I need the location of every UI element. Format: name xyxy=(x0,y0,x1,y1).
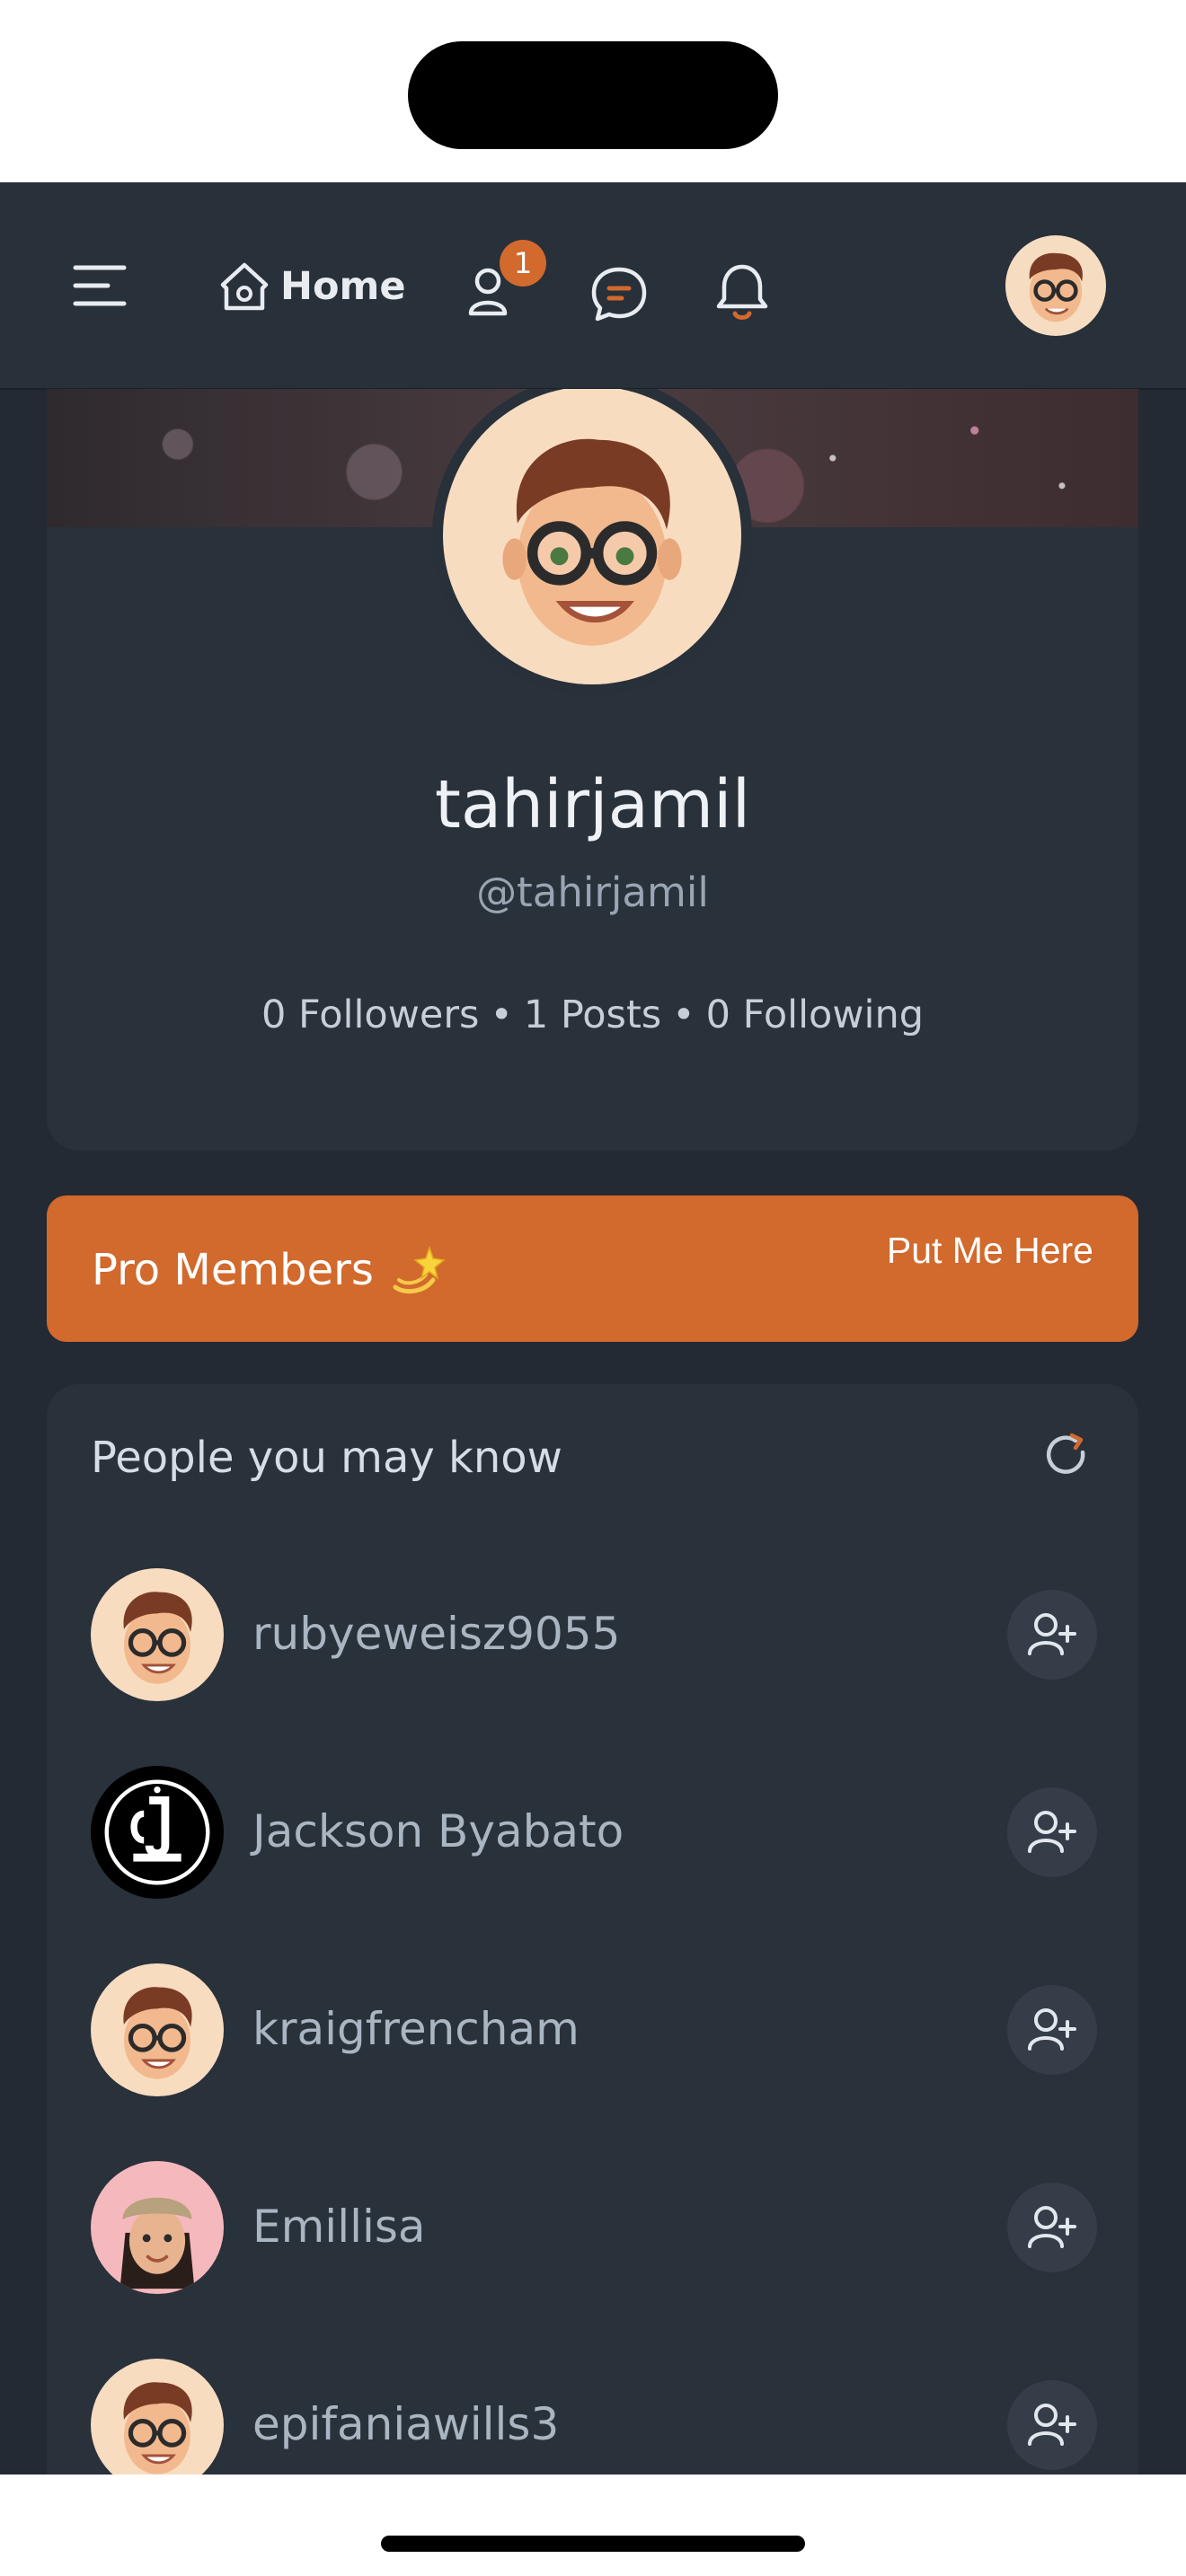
suggested-user-row[interactable]: epifaniawills3 xyxy=(91,2359,1097,2475)
memoji-avatar xyxy=(1029,252,1083,322)
home-label: Home xyxy=(280,264,406,309)
pro-members-banner: Pro Members Put Me Here xyxy=(47,1195,1138,1342)
add-friend-button[interactable] xyxy=(1007,2183,1097,2272)
suggested-user-avatar xyxy=(91,1568,224,1701)
friend-requests-badge: 1 xyxy=(500,240,546,287)
menu-button[interactable] xyxy=(72,259,128,313)
people-you-may-know-card: People you may know rubyeweisz9055 Jacks… xyxy=(47,1384,1138,2475)
suggested-user-name[interactable]: Emillisa xyxy=(252,2201,426,2253)
suggested-user-name[interactable]: kraigfrencham xyxy=(252,2003,580,2055)
suggested-user-name[interactable]: rubyeweisz9055 xyxy=(252,1608,620,1660)
menu-icon xyxy=(73,265,127,306)
messages-button[interactable] xyxy=(589,265,649,324)
app-screen: Home 1 tahirjamil @tahirjamil 0 Follower… xyxy=(0,182,1186,2475)
posts-count[interactable]: 1 Posts xyxy=(524,992,661,1037)
refresh-button[interactable] xyxy=(1041,1431,1092,1481)
suggested-user-avatar xyxy=(91,2359,224,2475)
profile-display-name: tahirjamil xyxy=(434,766,751,843)
barracks-logo xyxy=(104,1779,210,1885)
profile-handle: @tahirjamil xyxy=(476,869,709,916)
put-me-here-button[interactable]: Put Me Here xyxy=(887,1230,1093,1272)
bell-icon xyxy=(716,264,768,320)
suggested-user-row[interactable]: rubyeweisz9055 xyxy=(91,1568,1097,1703)
memoji-avatar xyxy=(123,1987,192,2079)
suggested-user-row[interactable]: Jackson Byabato xyxy=(91,1766,1097,1901)
add-friend-button[interactable] xyxy=(1007,1590,1097,1680)
profile-stats: 0 Followers • 1 Posts • 0 Following xyxy=(47,992,1138,1037)
people-section-title: People you may know xyxy=(91,1433,562,1483)
suggested-user-name[interactable]: epifaniawills3 xyxy=(252,2398,559,2450)
user-avatar[interactable] xyxy=(1005,235,1106,336)
dizzy-emoji xyxy=(393,1245,446,1294)
memoji-avatar xyxy=(123,2382,192,2475)
profile-card: tahirjamil @tahirjamil 0 Followers • 1 Pos… xyxy=(47,389,1138,1151)
suggested-user-row[interactable]: kraigfrencham xyxy=(91,1963,1097,2098)
pro-members-label: Pro Members xyxy=(92,1245,374,1295)
add-user-icon xyxy=(1028,1613,1076,1655)
home-indicator[interactable] xyxy=(381,2536,805,2552)
home-tab[interactable]: Home xyxy=(217,260,406,313)
add-friend-button[interactable] xyxy=(1007,1985,1097,2075)
add-user-icon xyxy=(1028,2008,1076,2051)
add-user-icon xyxy=(1028,2206,1076,2248)
add-friend-button[interactable] xyxy=(1007,1787,1097,1877)
add-friend-button[interactable] xyxy=(1007,2380,1097,2470)
home-icon xyxy=(220,262,269,311)
profile-avatar-image xyxy=(443,389,741,684)
memoji-avatar xyxy=(123,1592,192,1684)
chat-icon xyxy=(591,267,647,322)
memoji-avatar xyxy=(502,438,682,646)
following-count[interactable]: 0 Following xyxy=(706,992,924,1037)
followers-count[interactable]: 0 Followers xyxy=(261,992,479,1037)
profile-avatar[interactable] xyxy=(432,389,752,695)
suggested-user-avatar xyxy=(91,2161,224,2294)
add-user-icon xyxy=(1028,2404,1076,2446)
memoji-hat-avatar xyxy=(119,2197,195,2289)
add-user-icon xyxy=(1028,1811,1076,1853)
suggested-user-avatar xyxy=(91,1963,224,2096)
top-navbar: Home 1 xyxy=(0,182,1186,390)
notifications-button[interactable] xyxy=(713,261,771,324)
suggested-user-avatar xyxy=(91,1766,224,1899)
suggested-user-row[interactable]: Emillisa xyxy=(91,2161,1097,2296)
stats-separator: • xyxy=(490,992,513,1037)
stats-separator: • xyxy=(672,992,695,1037)
refresh-icon xyxy=(1046,1433,1085,1474)
dynamic-island xyxy=(408,41,778,149)
suggested-user-name[interactable]: Jackson Byabato xyxy=(252,1805,624,1857)
pro-members-heading: Pro Members xyxy=(92,1240,446,1300)
